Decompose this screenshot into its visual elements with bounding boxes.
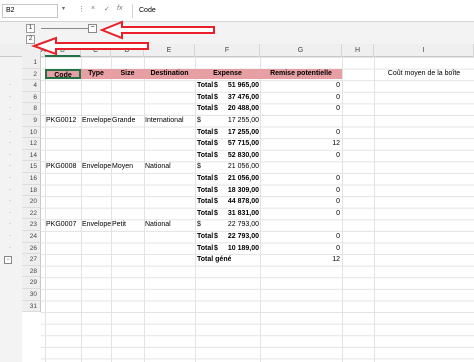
annotation-arrow-left xyxy=(31,36,149,56)
annotation-arrows xyxy=(31,20,215,56)
annotation-arrow-top xyxy=(99,20,215,40)
